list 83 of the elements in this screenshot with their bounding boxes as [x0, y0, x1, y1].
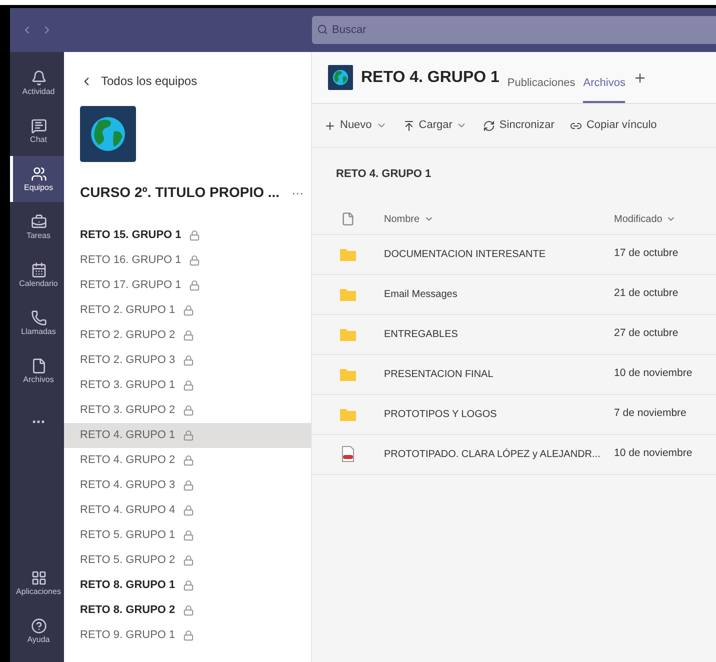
help-icon	[30, 618, 46, 634]
modified-date: 10 de noviembre	[614, 446, 692, 462]
lock-icon	[183, 355, 194, 366]
phone-icon	[30, 310, 46, 326]
folder-icon	[340, 288, 356, 300]
rail-item[interactable]: Tareas	[10, 204, 64, 250]
lock-icon	[183, 405, 194, 416]
folder-icon	[340, 248, 356, 260]
bell-icon	[30, 70, 46, 86]
toolbar-button[interactable]: Copiar vínculo	[570, 117, 657, 134]
file-name: ENTREGABLES	[384, 328, 459, 342]
pdf-file-icon	[342, 446, 354, 462]
file-row[interactable]: PRESENTACION FINAL 10 de noviembre	[312, 354, 716, 394]
toolbar-button[interactable]: Nuevo	[324, 117, 387, 134]
modified-date: 21 de octubre	[614, 286, 678, 302]
rail-item[interactable]: Ayuda	[10, 608, 64, 654]
breadcrumb: RETO 4. GRUPO 1	[335, 167, 432, 182]
file-row[interactable]: PROTOTIPOS Y LOGOS 7 de noviembre	[312, 394, 716, 434]
lock-icon	[183, 480, 194, 491]
calendar-icon	[30, 262, 46, 278]
lock-icon	[189, 280, 200, 291]
file-name: Email Messages	[384, 288, 458, 302]
more-button[interactable]: ···	[292, 184, 304, 202]
lock-icon	[183, 455, 194, 466]
add-tab-icon[interactable]	[633, 70, 648, 84]
lock-icon	[183, 505, 194, 516]
rail-item[interactable]: Equipos	[10, 156, 64, 202]
lock-icon	[183, 430, 194, 441]
apps-icon	[30, 570, 46, 586]
tab[interactable]: Archivos	[583, 65, 626, 103]
folder-icon	[340, 328, 356, 340]
lock-icon	[183, 605, 194, 616]
tab[interactable]: Publicaciones	[507, 65, 576, 103]
file-name: PRESENTACION FINAL	[384, 368, 494, 382]
plus-icon	[324, 120, 336, 132]
back-link[interactable]: Todos los equipos	[64, 52, 311, 90]
toolbar-button[interactable]: Sincronizar	[483, 117, 554, 134]
rail-item[interactable]: Aplicaciones	[10, 560, 64, 606]
lock-icon	[189, 255, 200, 266]
sync-icon	[483, 120, 496, 132]
lock-icon	[183, 630, 194, 641]
chat-icon	[30, 118, 46, 134]
file-name: PROTOTIPADO. CLARA LÓPEZ y ALEJANDR...	[384, 447, 602, 462]
file-type-icon	[341, 212, 355, 226]
toolbar-button[interactable]: Cargar	[402, 117, 468, 134]
file-name: DOCUMENTACION INTERESANTE	[384, 248, 546, 262]
channel-item[interactable]: RETO 4. GRUPO 1	[64, 423, 311, 448]
folder-icon	[340, 368, 356, 380]
upload-icon	[402, 120, 415, 132]
file-row[interactable]: Email Messages 21 de octubre	[312, 274, 716, 314]
lock-icon	[183, 555, 194, 566]
briefcase-icon	[30, 214, 46, 230]
search-icon	[317, 24, 328, 35]
channel-title: RETO 4. GRUPO 1	[361, 68, 500, 88]
lock-icon	[183, 530, 194, 541]
rail-item[interactable]: Calendario	[10, 252, 64, 298]
lock-icon	[183, 580, 194, 591]
team-name: CURSO 2º. TITULO PROPIO ...	[80, 183, 280, 202]
file-icon	[30, 358, 46, 374]
folder-icon	[340, 408, 356, 420]
column-header[interactable]: Modificado	[614, 212, 676, 226]
file-name: PROTOTIPOS Y LOGOS	[384, 408, 498, 422]
channel-logo-icon	[328, 65, 353, 90]
rail-item[interactable]: ...	[10, 396, 64, 442]
modified-date: 10 de noviembre	[614, 366, 692, 382]
file-row[interactable]: ENTREGABLES 27 de octubre	[312, 314, 716, 354]
rail-item[interactable]: Archivos	[10, 348, 64, 394]
file-row[interactable]: PROTOTIPADO. CLARA LÓPEZ y ALEJANDR... 10 de noviembre	[312, 434, 716, 474]
rail-item[interactable]: Chat	[10, 108, 64, 154]
modified-date: 27 de octubre	[614, 326, 678, 342]
search-field[interactable]: Buscar	[312, 16, 716, 44]
people-icon	[30, 166, 46, 182]
column-header[interactable]: Nombre	[384, 212, 614, 226]
file-row[interactable]: DOCUMENTACION INTERESANTE 17 de octubre	[312, 234, 716, 274]
lock-icon	[183, 305, 194, 316]
lock-icon	[183, 330, 194, 341]
team-logo-icon	[80, 106, 136, 162]
lock-icon	[189, 230, 200, 241]
modified-date: 7 de noviembre	[614, 406, 686, 422]
rail-item[interactable]: Llamadas	[10, 300, 64, 346]
modified-date: 17 de octubre	[614, 246, 678, 262]
rail-item[interactable]: Actividad	[10, 60, 64, 106]
lock-icon	[183, 380, 194, 391]
